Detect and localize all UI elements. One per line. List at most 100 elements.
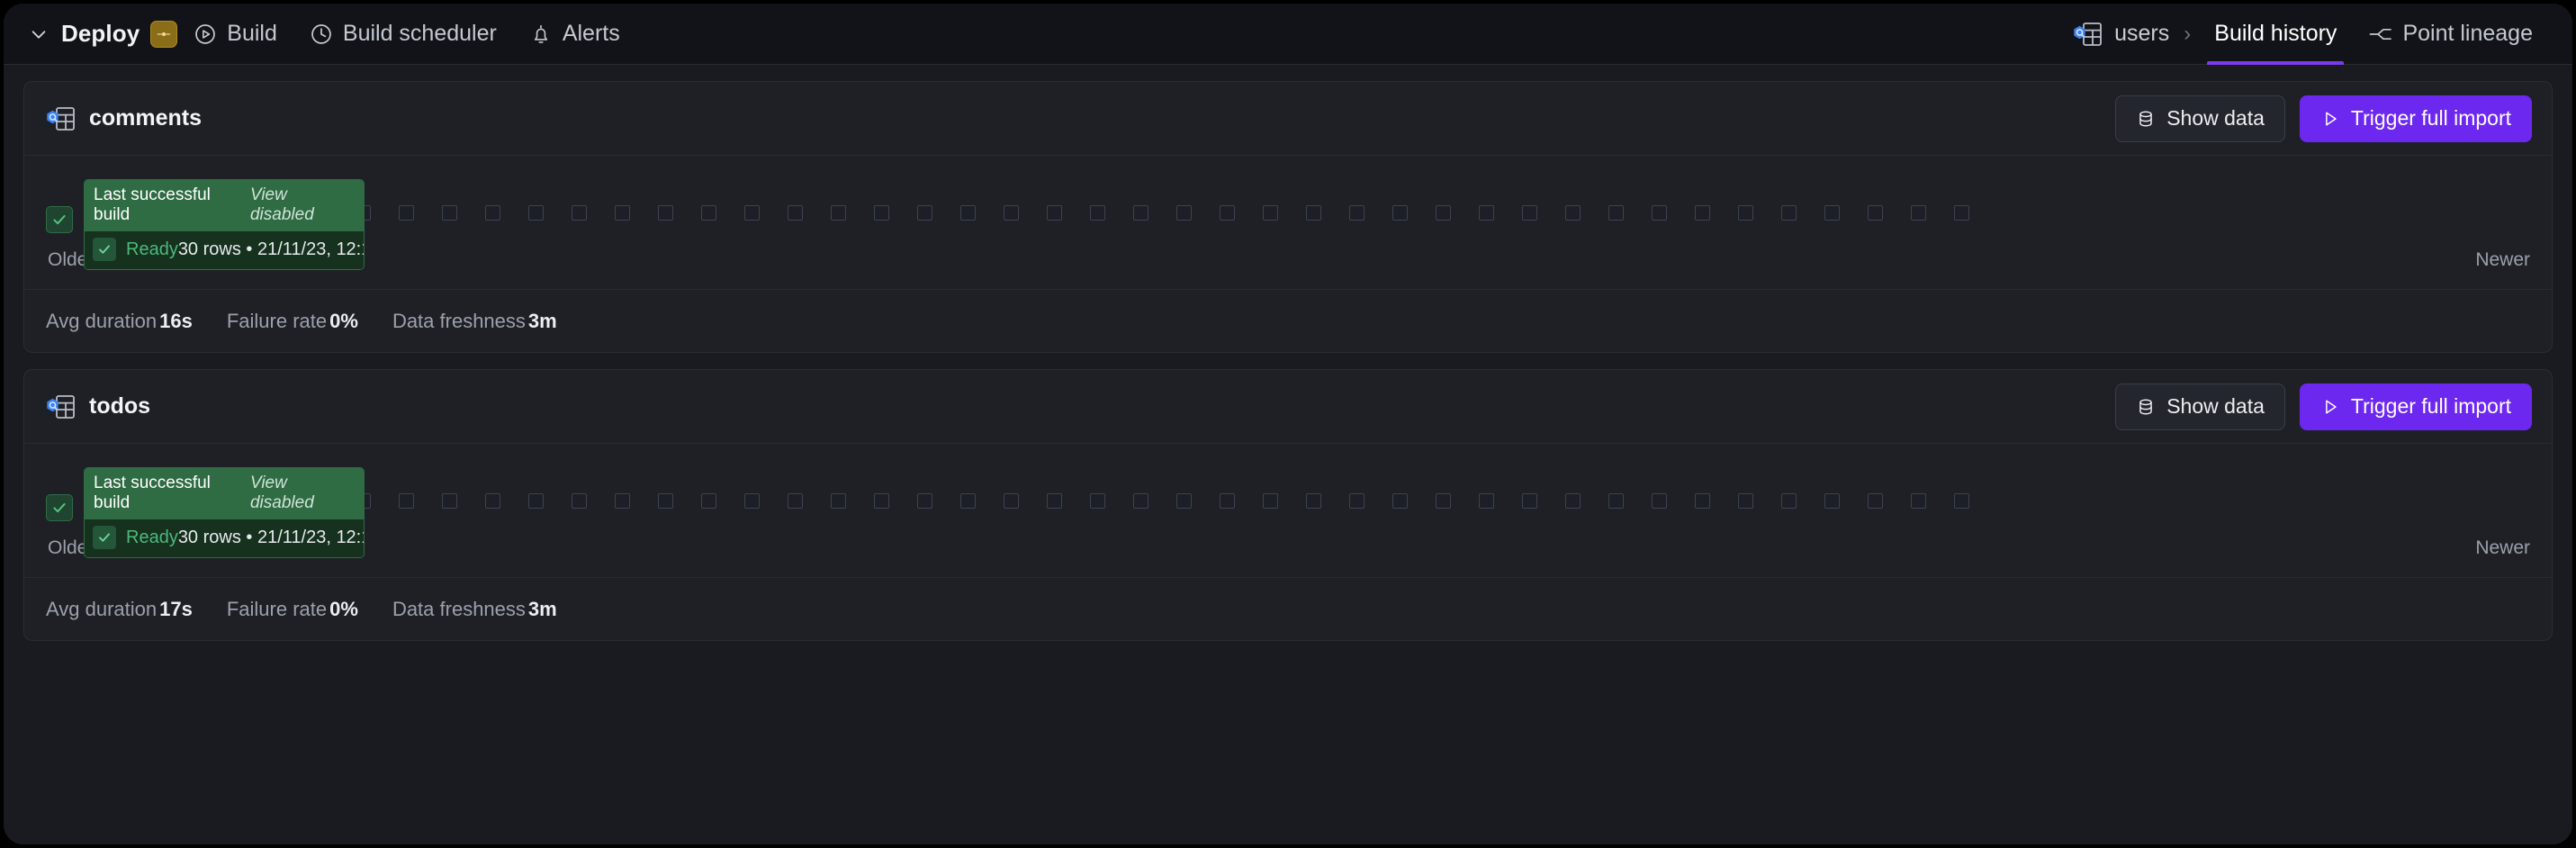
build-slot-empty[interactable] (701, 205, 716, 221)
build-slot-empty[interactable] (788, 493, 803, 509)
tooltip-header: Last successful build View disabled (85, 180, 364, 231)
build-slot-empty[interactable] (831, 205, 846, 221)
build-slot-empty[interactable] (1738, 493, 1753, 509)
build-slot-empty[interactable] (485, 493, 500, 509)
build-slot-empty[interactable] (1306, 205, 1321, 221)
build-slot-empty[interactable] (1047, 205, 1062, 221)
build-slot-empty[interactable] (1824, 493, 1840, 509)
build-slot-empty[interactable] (1695, 493, 1710, 509)
show-data-button[interactable]: Show data (2115, 95, 2285, 142)
build-slot-empty[interactable] (1954, 493, 1969, 509)
build-slot-empty[interactable] (1220, 493, 1235, 509)
build-slot-empty[interactable] (788, 205, 803, 221)
topbar-right-group: users › Build history Point lineage (2060, 4, 2549, 65)
card-header: todos Show data Trigger full import (24, 370, 2552, 444)
build-slot-empty[interactable] (1695, 205, 1710, 221)
build-slot-empty[interactable] (1004, 205, 1019, 221)
build-slot-empty[interactable] (1047, 493, 1062, 509)
build-slot-empty[interactable] (1868, 493, 1883, 509)
build-slot-empty[interactable] (442, 493, 457, 509)
nav-item-build[interactable]: Build (177, 4, 293, 65)
build-slot-empty[interactable] (572, 205, 587, 221)
build-slot-empty[interactable] (917, 205, 932, 221)
build-slot-empty[interactable] (615, 205, 630, 221)
build-slot-empty[interactable] (1392, 493, 1408, 509)
build-slot-empty[interactable] (1436, 493, 1451, 509)
build-slot-empty[interactable] (1911, 493, 1926, 509)
build-slot-empty[interactable] (1911, 205, 1926, 221)
build-slot-empty[interactable] (1738, 205, 1753, 221)
build-slot-empty[interactable] (1090, 205, 1105, 221)
build-slot-empty[interactable] (528, 493, 544, 509)
build-slot-empty[interactable] (1522, 493, 1537, 509)
build-slot-empty[interactable] (1392, 205, 1408, 221)
card-stats: Avg duration 16s Failure rate 0% Data fres… (24, 289, 2552, 352)
build-slot-empty[interactable] (572, 493, 587, 509)
build-slot-empty[interactable] (1652, 205, 1667, 221)
deploy-status-badge[interactable] (150, 20, 178, 48)
build-slot-empty[interactable] (1436, 205, 1451, 221)
build-slot-empty[interactable] (658, 493, 673, 509)
build-slot-empty[interactable] (528, 205, 544, 221)
build-slot-empty[interactable] (1176, 493, 1192, 509)
build-slot-empty[interactable] (1824, 205, 1840, 221)
build-slot-empty[interactable] (1133, 493, 1148, 509)
build-slot-empty[interactable] (1263, 493, 1278, 509)
build-slot-empty[interactable] (831, 493, 846, 509)
build-slot-empty[interactable] (1608, 493, 1624, 509)
build-slot-empty[interactable] (701, 493, 716, 509)
build-slot-empty[interactable] (1522, 205, 1537, 221)
build-slot-empty[interactable] (960, 205, 976, 221)
build-slot-empty[interactable] (658, 205, 673, 221)
show-data-label: Show data (2166, 106, 2265, 130)
build-slot-empty[interactable] (1608, 205, 1624, 221)
nav-item-build-label: Build (227, 21, 277, 46)
build-slot-empty[interactable] (960, 493, 976, 509)
build-slot-empty[interactable] (1176, 205, 1192, 221)
build-slot-empty[interactable] (1220, 205, 1235, 221)
show-data-button[interactable]: Show data (2115, 383, 2285, 430)
build-slot-empty[interactable] (744, 205, 760, 221)
build-slot-empty[interactable] (874, 205, 889, 221)
build-slot-empty[interactable] (1306, 493, 1321, 509)
nav-item-alerts[interactable]: Alerts (513, 4, 636, 65)
build-slot-empty[interactable] (1781, 493, 1797, 509)
tab-build-history[interactable]: Build history (2200, 4, 2351, 65)
latest-build-status-chip[interactable] (46, 206, 73, 233)
stat-avg-duration-value: 17s (159, 597, 193, 620)
build-slot-empty[interactable] (399, 205, 414, 221)
build-slot-empty[interactable] (1090, 493, 1105, 509)
build-slot-empty[interactable] (1565, 493, 1581, 509)
build-slot-empty[interactable] (615, 493, 630, 509)
database-icon (2139, 110, 2152, 127)
build-timeline: Last successful build View disabled Read… (46, 179, 2532, 270)
build-slot-empty[interactable] (1349, 493, 1365, 509)
breadcrumb-dataset[interactable]: users › (2060, 4, 2200, 65)
nav-item-build-scheduler[interactable]: Build scheduler (293, 4, 513, 65)
nav-item-point-lineage[interactable]: Point lineage (2351, 4, 2549, 65)
stat-failure-rate-value: 0% (329, 309, 358, 332)
build-slot-empty[interactable] (1004, 493, 1019, 509)
build-slot-empty[interactable] (485, 205, 500, 221)
trigger-full-import-button[interactable]: Trigger full import (2299, 95, 2532, 142)
build-slot-empty[interactable] (1133, 205, 1148, 221)
trigger-full-import-label: Trigger full import (2350, 106, 2511, 130)
build-slot-empty[interactable] (744, 493, 760, 509)
build-slot-empty[interactable] (1781, 205, 1797, 221)
build-slot-empty[interactable] (1954, 205, 1969, 221)
build-slot-empty[interactable] (1263, 205, 1278, 221)
build-slot-empty[interactable] (1479, 205, 1494, 221)
build-slot-empty[interactable] (1349, 205, 1365, 221)
build-slot-empty[interactable] (1479, 493, 1494, 509)
build-slot-empty[interactable] (874, 493, 889, 509)
trigger-full-import-button[interactable]: Trigger full import (2299, 383, 2532, 430)
build-slot-empty[interactable] (1652, 493, 1667, 509)
build-slot-empty[interactable] (442, 205, 457, 221)
tooltip-status-chip (93, 238, 116, 261)
build-slot-empty[interactable] (1565, 205, 1581, 221)
build-slot-empty[interactable] (399, 493, 414, 509)
build-slot-empty[interactable] (1868, 205, 1883, 221)
build-slot-empty[interactable] (917, 493, 932, 509)
collapse-chevron-button[interactable] (23, 19, 54, 50)
latest-build-status-chip[interactable] (46, 494, 73, 521)
